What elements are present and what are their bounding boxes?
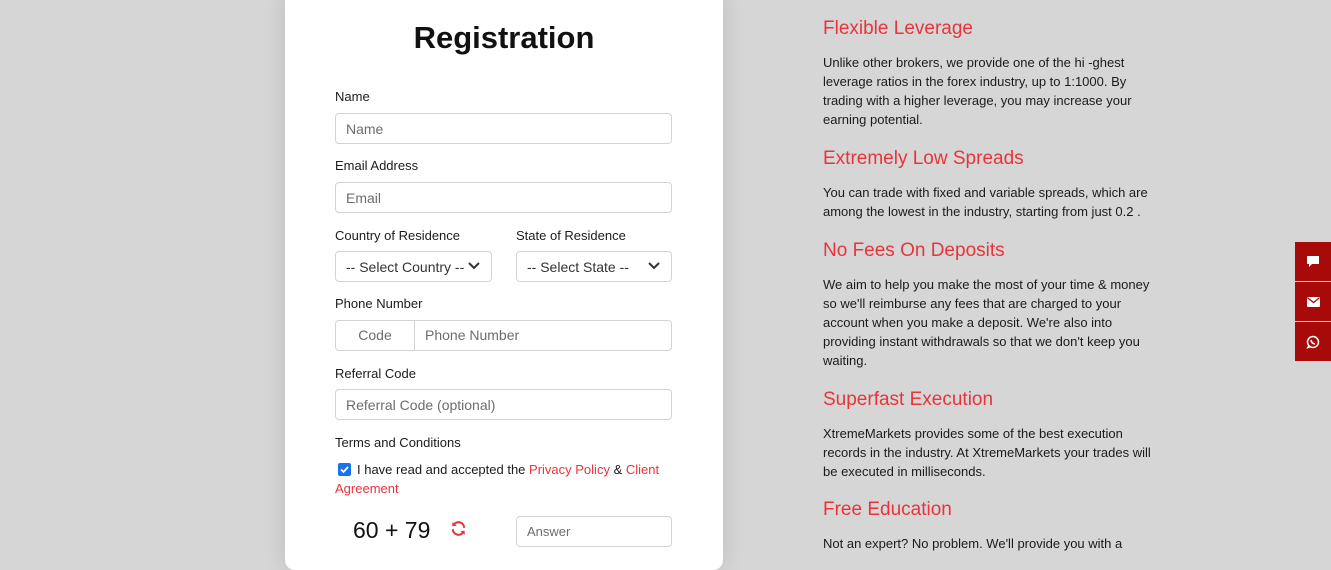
registration-card: Registration Name Email Address Country … — [285, 0, 723, 570]
country-select-value: -- Select Country -- — [346, 259, 465, 275]
state-label: State of Residence — [516, 228, 626, 243]
captcha-question: 60 + 79 — [353, 517, 431, 543]
name-input[interactable] — [335, 113, 672, 144]
referral-label: Referral Code — [335, 366, 416, 381]
feature-heading: Free Education — [823, 499, 952, 520]
feature-heading: Flexible Leverage — [823, 18, 973, 39]
feature-heading: No Fees On Deposits — [823, 240, 1005, 261]
state-select-value: -- Select State -- — [527, 259, 629, 275]
feature-heading: Superfast Execution — [823, 389, 994, 410]
email-input[interactable] — [335, 182, 672, 213]
email-button[interactable] — [1295, 282, 1331, 321]
agree-text: I have read and accepted the — [357, 462, 526, 477]
phone-label: Phone Number — [335, 296, 423, 311]
phone-field: Code Phone Number — [335, 320, 672, 351]
feature-text: Unlike other brokers, we provide one of … — [823, 55, 1132, 127]
chevron-down-icon — [468, 262, 480, 270]
chevron-down-icon — [648, 262, 660, 270]
feature-text: You can trade with fixed and variable sp… — [823, 185, 1148, 219]
terms-checkbox[interactable] — [338, 463, 351, 476]
terms-label: Terms and Conditions — [335, 435, 461, 450]
chat-button[interactable] — [1295, 242, 1331, 281]
feature-text: Not an expert? No problem. We'll provide… — [823, 536, 1123, 551]
phone-number-input[interactable]: Phone Number — [425, 321, 519, 350]
feature-text: We aim to help you make the most of your… — [823, 277, 1150, 368]
state-select[interactable]: -- Select State -- — [516, 251, 672, 282]
whatsapp-icon — [1306, 335, 1320, 349]
country-label: Country of Residence — [335, 228, 461, 243]
referral-input[interactable] — [335, 389, 672, 420]
name-label: Name — [335, 89, 370, 104]
phone-code-input[interactable]: Code — [336, 321, 415, 350]
check-icon — [340, 466, 349, 474]
captcha-answer-input[interactable] — [516, 516, 672, 547]
refresh-icon[interactable] — [450, 520, 467, 537]
email-label: Email Address — [335, 158, 419, 173]
ampersand-text: & — [613, 462, 623, 477]
whatsapp-button[interactable] — [1295, 322, 1331, 361]
terms-agreement: I have read and accepted the Privacy Pol… — [335, 460, 665, 498]
feature-heading: Extremely Low Spreads — [823, 148, 1024, 169]
feature-text: XtremeMarkets provides some of the best … — [823, 426, 1151, 479]
email-icon — [1306, 296, 1320, 307]
privacy-policy-link[interactable]: Privacy Policy — [529, 462, 610, 477]
country-select[interactable]: -- Select Country -- — [335, 251, 492, 282]
page-title: Registration — [413, 20, 595, 55]
chat-icon — [1307, 256, 1319, 267]
